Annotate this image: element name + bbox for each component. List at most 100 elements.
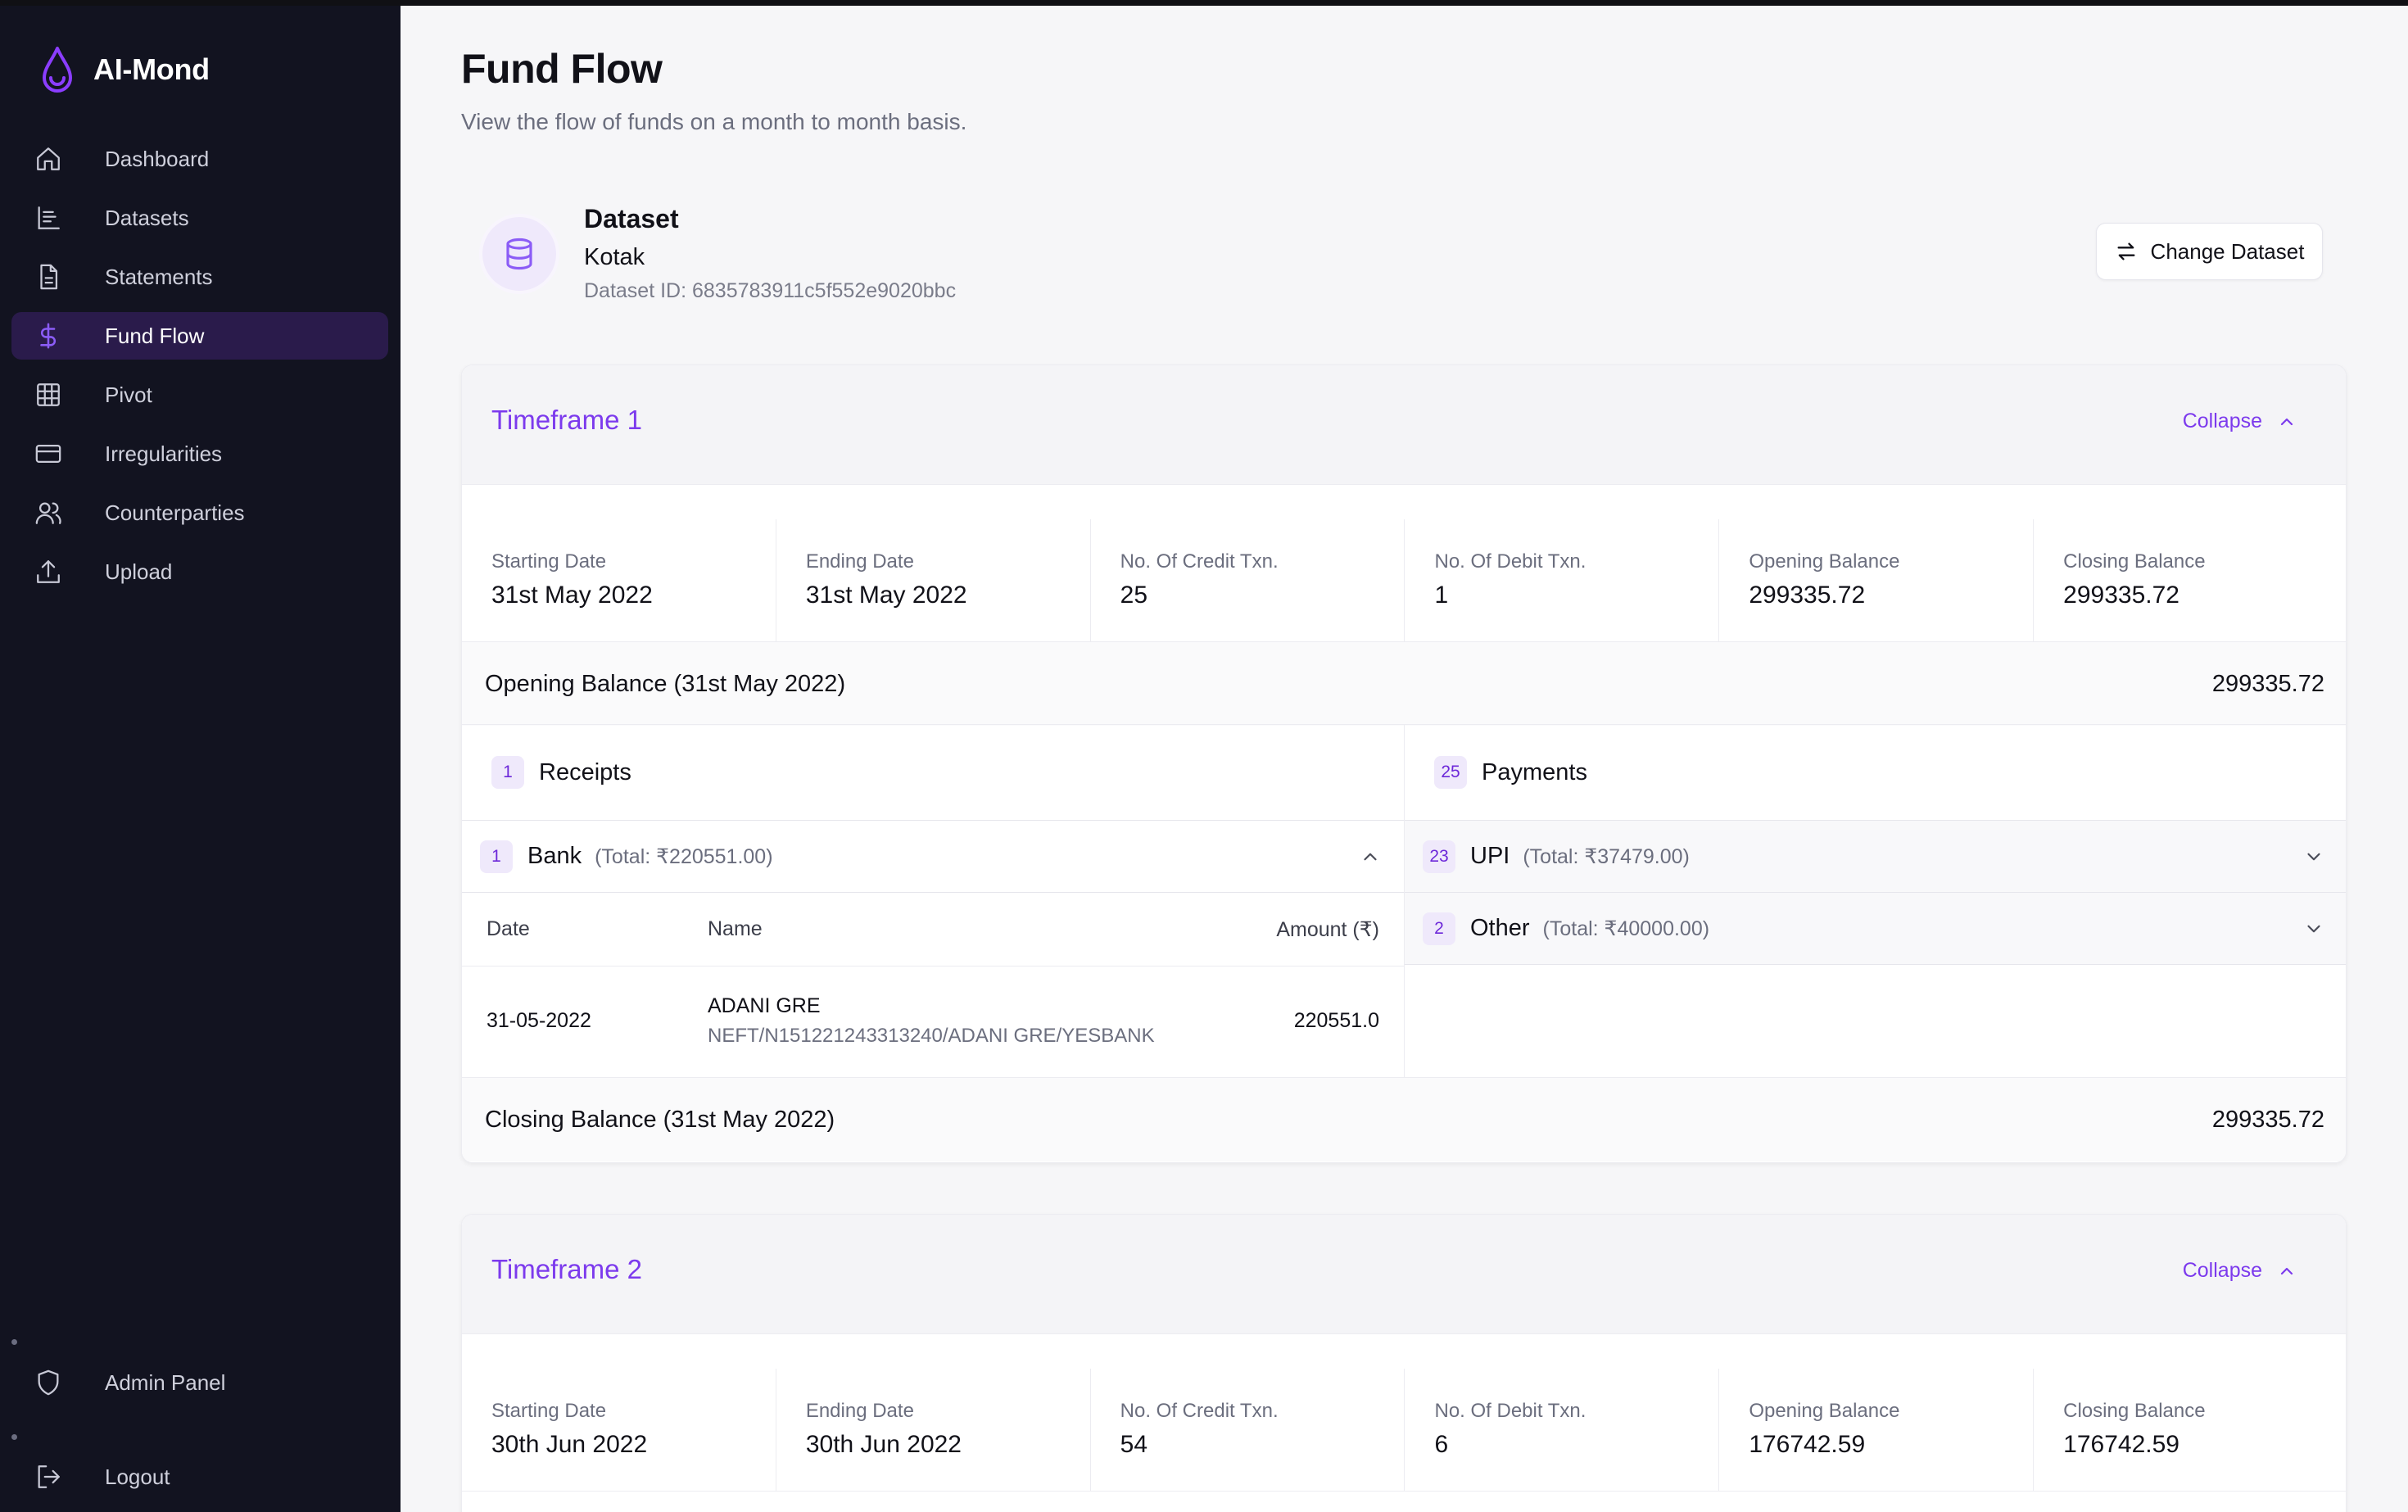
sidebar-item-dashboard[interactable]: Dashboard [11, 135, 388, 183]
stat-value: 176742.59 [2063, 1431, 2179, 1458]
change-dataset-label: Change Dataset [2150, 238, 2305, 264]
row-date: 31-05-2022 [487, 1008, 591, 1032]
closing-balance-value: 299335.72 [2211, 1106, 2324, 1133]
sidebar-item-fund-flow[interactable]: Fund Flow [11, 312, 388, 360]
timeframe-title: Timeframe 2 [491, 1254, 642, 1284]
main-content: Fund Flow View the flow of funds on a mo… [401, 6, 2408, 1512]
group-name: Other [1470, 915, 1530, 941]
collapse-button[interactable]: Collapse [2183, 410, 2297, 433]
stat-value: 176742.59 [1749, 1431, 1866, 1458]
column-amount: Amount (₹) [1276, 917, 1379, 941]
timeframe-stats: Starting Date 31st May 2022 Ending Date … [462, 519, 2346, 642]
sidebar-item-label: Dashboard [105, 146, 210, 171]
stat-starting-date: Starting Date 30th Jun 2022 [462, 1369, 776, 1491]
sidebar-item-label: Statements [105, 264, 213, 289]
sidebar-item-logout[interactable]: Logout [11, 1453, 388, 1501]
datasets-icon [34, 204, 62, 232]
row-name-cell: ADANI GRE NEFT/N151221243313240/ADANI GR… [708, 994, 1215, 1048]
stat-value: 25 [1120, 582, 1148, 609]
collapse-label: Collapse [2182, 410, 2262, 432]
group-count-badge: 1 [480, 840, 513, 873]
stat-closing-balance: Closing Balance 176742.59 [2034, 1369, 2346, 1491]
stat-closing-balance: Closing Balance 299335.72 [2034, 519, 2346, 641]
stat-label: No. Of Debit Txn. [1434, 550, 1586, 573]
stat-label: Ending Date [805, 1400, 914, 1422]
sidebar-item-label: Admin Panel [105, 1369, 226, 1395]
row-name: ADANI GRE [708, 994, 821, 1017]
group-total: (Total: ₹40000.00) [1542, 917, 1710, 940]
opening-balance-row: Opening Balance (31st May 2022) 299335.7… [462, 642, 2346, 726]
stat-label: Opening Balance [1749, 1400, 1900, 1422]
closing-balance-row: Closing Balance (31st May 2022) 299335.7… [462, 1078, 2346, 1161]
chevron-down-icon [2307, 853, 2320, 860]
timeframe-card: Timeframe 1 Collapse Starting Date 31st … [461, 364, 2347, 1163]
stat-value: 299335.72 [1749, 582, 1866, 609]
document-icon [34, 263, 62, 291]
stat-label: No. Of Credit Txn. [1120, 550, 1279, 573]
group-total: (Total: ₹220551.00) [595, 844, 773, 868]
stat-ending-date: Ending Date 31st May 2022 [776, 519, 1091, 641]
stat-value: 30th Jun 2022 [805, 1431, 962, 1458]
closing-balance-label: Closing Balance (31st May 2022) [485, 1106, 835, 1133]
stat-opening-balance: Opening Balance 299335.72 [1719, 519, 2035, 641]
payments-title: Payments [1482, 758, 1587, 785]
sidebar-item-counterparties[interactable]: Counterparties [11, 489, 388, 536]
timeframe-header: Timeframe 1 Collapse [462, 365, 2346, 485]
sidebar-item-statements[interactable]: Statements [11, 253, 388, 301]
sidebar-item-admin-panel[interactable]: Admin Panel [11, 1359, 388, 1406]
stat-starting-date: Starting Date 31st May 2022 [462, 519, 776, 641]
chevron-up-icon [2280, 1267, 2293, 1274]
stat-debit-txn: No. Of Debit Txn. 1 [1405, 519, 1720, 641]
page-title: Fund Flow [461, 46, 663, 92]
chevron-up-icon [1364, 853, 1377, 860]
stat-value: 31st May 2022 [805, 582, 967, 609]
stat-debit-txn: No. Of Debit Txn. 6 [1405, 1369, 1720, 1491]
table-icon [34, 381, 62, 409]
stat-opening-balance: Opening Balance 176742.59 [1719, 1369, 2035, 1491]
payments-count-badge: 25 [1434, 756, 1467, 789]
logo-icon [43, 47, 72, 93]
stat-label: No. Of Credit Txn. [1120, 1400, 1279, 1422]
sidebar-bottom-admin: Admin Panel [11, 1359, 388, 1418]
brand-name: AI-Mond [93, 52, 210, 86]
stat-credit-txn: No. Of Credit Txn. 54 [1091, 1369, 1405, 1491]
stat-label: Starting Date [491, 1400, 607, 1422]
group-count-badge: 2 [1423, 912, 1455, 945]
sidebar-item-datasets[interactable]: Datasets [11, 194, 388, 242]
row-amount: 220551.0 [1293, 1008, 1379, 1032]
table-row[interactable]: 31-05-2022 ADANI GRE NEFT/N1512212433132… [462, 967, 1404, 1075]
sidebar-bottom-logout: Logout [11, 1453, 388, 1512]
sidebar: AI-Mond Dashboard Datasets Statements Fu… [0, 6, 401, 1512]
chevron-up-icon [2280, 418, 2293, 425]
group-total: (Total: ₹37479.00) [1523, 844, 1690, 868]
sidebar-item-label: Irregularities [105, 441, 223, 466]
change-dataset-button[interactable]: Change Dataset [2096, 223, 2323, 280]
swap-icon [2117, 242, 2135, 260]
sidebar-item-irregularities[interactable]: Irregularities [11, 430, 388, 478]
page-subtitle: View the flow of funds on a month to mon… [461, 109, 967, 134]
receipts-column: 1 Receipts 1 Bank (Total: ₹220551.00) Da… [462, 725, 1405, 1077]
row-description: NEFT/N151221243313240/ADANI GRE/YESBANK [708, 1024, 1155, 1047]
payment-group-upi[interactable]: 23 UPI (Total: ₹37479.00) [1405, 821, 2346, 893]
sidebar-item-label: Logout [105, 1464, 170, 1489]
collapse-button[interactable]: Collapse [2183, 1259, 2297, 1283]
separator-dot [11, 1434, 17, 1440]
stat-label: Opening Balance [1749, 550, 1900, 573]
sidebar-item-pivot[interactable]: Pivot [11, 371, 388, 419]
shield-icon [34, 1369, 62, 1397]
table-header: Date Name Amount (₹) [462, 893, 1404, 967]
brand[interactable]: AI-Mond [38, 45, 210, 94]
stat-value: 1 [1434, 582, 1449, 609]
database-icon [482, 216, 556, 291]
chevron-down-icon [2307, 925, 2320, 932]
group-name: UPI [1470, 843, 1510, 869]
payments-header: 25 Payments [1405, 725, 2346, 821]
home-icon [34, 145, 62, 173]
sidebar-item-upload[interactable]: Upload [11, 548, 388, 595]
collapse-label: Collapse [2182, 1259, 2262, 1282]
payment-group-other[interactable]: 2 Other (Total: ₹40000.00) [1405, 893, 2346, 965]
dataset-id: Dataset ID: 6835783911c5f552e9020bbc [584, 279, 957, 302]
stat-label: Closing Balance [2063, 550, 2206, 573]
receipt-group-bank[interactable]: 1 Bank (Total: ₹220551.00) [462, 821, 1404, 893]
column-name: Name [708, 917, 763, 940]
